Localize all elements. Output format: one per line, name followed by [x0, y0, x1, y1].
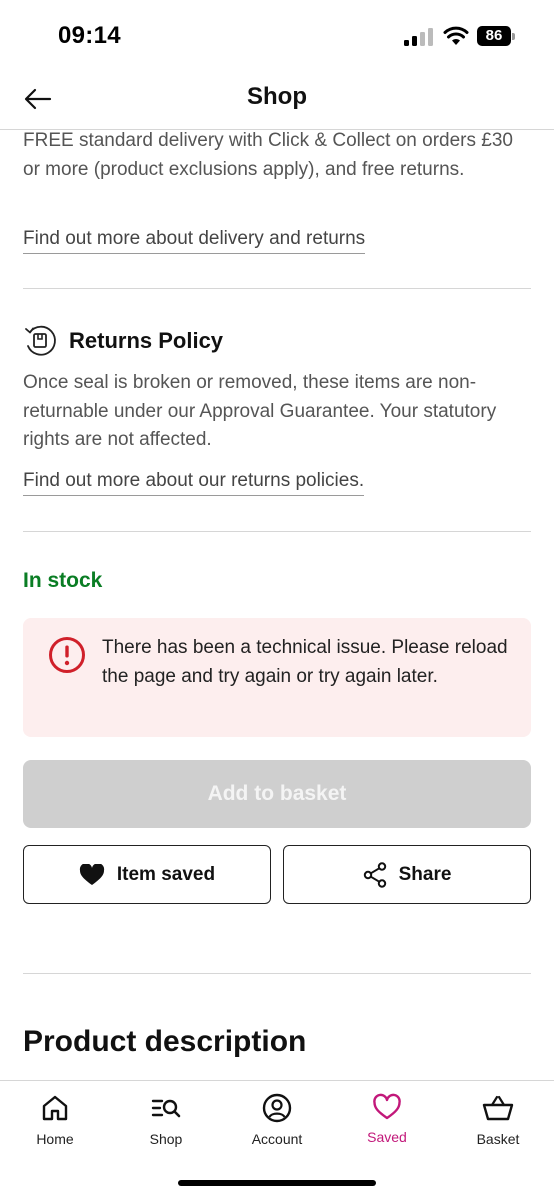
stock-status: In stock — [23, 569, 103, 592]
returns-box-icon — [25, 325, 56, 356]
error-message: There has been a technical issue. Please… — [102, 637, 508, 687]
battery-tip — [512, 33, 515, 40]
item-saved-label: Item saved — [116, 863, 216, 885]
returns-policy-text: Once seal is broken or removed, these it… — [23, 372, 497, 450]
error-exclamation-icon — [49, 637, 85, 673]
delivery-info-text: FREE standard delivery with Click & Coll… — [23, 131, 513, 180]
nav-basket[interactable]: Basket — [453, 1093, 543, 1155]
heart-icon — [373, 1093, 401, 1120]
returns-policy-title: Returns Policy — [69, 328, 224, 353]
top-header: Shop — [0, 70, 554, 130]
basket-icon — [482, 1095, 514, 1121]
item-saved-button[interactable]: Item saved — [23, 845, 271, 904]
account-icon — [262, 1093, 292, 1123]
nav-saved[interactable]: Saved — [342, 1093, 432, 1155]
section-divider — [23, 288, 531, 289]
product-description-heading: Product description — [23, 1025, 307, 1058]
delivery-returns-link[interactable]: Find out more about delivery and returns — [23, 227, 366, 254]
status-time: 09:14 — [58, 22, 121, 49]
section-divider — [23, 973, 531, 974]
product-content[interactable]: FREE standard delivery with Click & Coll… — [0, 131, 554, 1081]
returns-policies-link[interactable]: Find out more about our returns policies… — [23, 469, 365, 496]
share-label: Share — [398, 863, 452, 885]
nav-account-label: Account — [251, 1131, 303, 1147]
returns-policy-heading: Returns Policy — [23, 324, 223, 358]
nav-home-label: Home — [36, 1131, 74, 1147]
home-icon — [42, 1095, 68, 1121]
add-to-basket-button[interactable]: Add to basket — [23, 760, 531, 828]
cellular-signal-icon — [404, 28, 433, 46]
battery-level: 86 — [477, 26, 511, 46]
section-divider — [23, 531, 531, 532]
nav-shop[interactable]: Shop — [121, 1093, 211, 1155]
page-title: Shop — [247, 83, 307, 110]
home-indicator[interactable] — [178, 1180, 376, 1186]
battery-indicator: 86 — [477, 26, 515, 46]
nav-basket-label: Basket — [476, 1131, 520, 1147]
nav-home[interactable]: Home — [10, 1093, 100, 1155]
error-alert: There has been a technical issue. Please… — [23, 618, 531, 737]
status-bar: 09:14 86 — [0, 0, 554, 70]
wifi-icon — [443, 26, 469, 45]
share-icon — [363, 861, 386, 888]
share-button[interactable]: Share — [283, 845, 531, 904]
shop-search-icon — [151, 1099, 181, 1118]
nav-saved-label: Saved — [367, 1129, 407, 1145]
nav-shop-label: Shop — [149, 1131, 183, 1147]
nav-account[interactable]: Account — [232, 1093, 322, 1155]
heart-filled-icon — [79, 863, 104, 885]
